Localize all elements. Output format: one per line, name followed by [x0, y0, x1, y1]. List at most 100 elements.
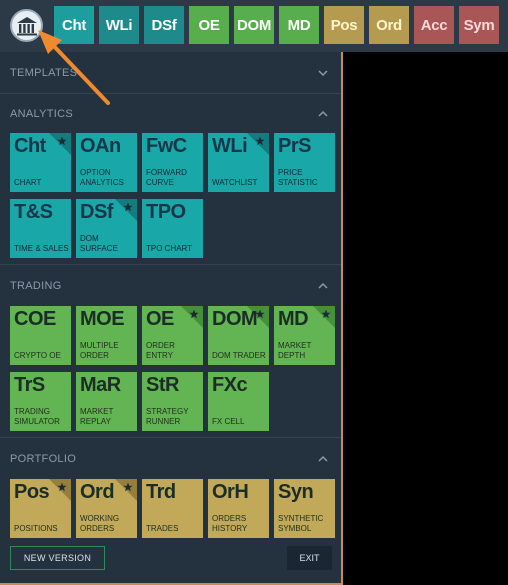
tile-label: TRADING SIMULATOR [14, 407, 60, 426]
exit-button[interactable]: EXIT [287, 546, 332, 570]
toolbar-button-cht[interactable]: Cht [54, 6, 94, 44]
tile-abbreviation: OAn [80, 135, 121, 157]
tile-abbreviation: COE [14, 308, 56, 330]
tile-ord[interactable]: Ord WORKING ORDERS [76, 479, 137, 538]
star-icon[interactable] [321, 309, 331, 319]
tile-label: CRYPTO OE [14, 351, 61, 360]
tile-abbreviation: Ord [80, 481, 115, 503]
section-analytics[interactable]: ANALYTICS [0, 94, 341, 134]
tile-ts[interactable]: T&S TIME & SALES [10, 199, 71, 258]
tile-mar[interactable]: MaR MARKET REPLAY [76, 372, 137, 431]
tile-abbreviation: MD [278, 308, 309, 330]
tile-abbreviation: OrH [212, 481, 249, 503]
chevron-down-icon[interactable] [317, 67, 329, 79]
logo-menu-button[interactable] [10, 9, 43, 42]
widget-menu-panel: TEMPLATES ANALYTICS Cht CHART OAn OPTION AN… [0, 52, 343, 585]
tile-trs[interactable]: TrS TRADING SIMULATOR [10, 372, 71, 431]
tile-label: PRICE STATISTIC [278, 168, 318, 187]
tile-label: MARKET DEPTH [278, 341, 312, 360]
toolbar-button-dsf[interactable]: DSf [144, 6, 184, 44]
section-title-portfolio: PORTFOLIO [10, 453, 77, 465]
tile-str[interactable]: StR STRATEGY RUNNER [142, 372, 203, 431]
tile-label: STRATEGY RUNNER [146, 407, 189, 426]
pillars-logo-icon [16, 16, 37, 35]
divider [0, 437, 341, 438]
star-icon[interactable] [57, 482, 67, 492]
tile-oe[interactable]: OE ORDER ENTRY [142, 306, 203, 365]
top-toolbar: Cht WLi DSf OE DOM MD Pos Ord Acc Sym [0, 0, 508, 52]
tile-label: MARKET REPLAY [80, 407, 114, 426]
section-title-templates: TEMPLATES [10, 67, 78, 79]
tile-label: WORKING ORDERS [80, 514, 120, 533]
toolbar-button-pos[interactable]: Pos [324, 6, 364, 44]
tile-oan[interactable]: OAn OPTION ANALYTICS [76, 133, 137, 192]
toolbar-button-ord[interactable]: Ord [369, 6, 409, 44]
tile-label: ORDER ENTRY [146, 341, 175, 360]
toolbar-button-md[interactable]: MD [279, 6, 319, 44]
chevron-up-icon[interactable] [317, 108, 329, 120]
tile-label: DOM SURFACE [80, 234, 118, 253]
tile-abbreviation: DSf [80, 201, 113, 223]
tile-abbreviation: FXc [212, 374, 248, 396]
section-portfolio[interactable]: PORTFOLIO [0, 439, 341, 479]
toolbar-button-dom[interactable]: DOM [234, 6, 274, 44]
section-templates[interactable]: TEMPLATES [0, 53, 341, 93]
tile-cht[interactable]: Cht CHART [10, 133, 71, 192]
section-title-trading: TRADING [10, 280, 62, 292]
section-title-analytics: ANALYTICS [10, 108, 74, 120]
tile-fwc[interactable]: FwC FORWARD CURVE [142, 133, 203, 192]
tile-prs[interactable]: PrS PRICE STATISTIC [274, 133, 335, 192]
tile-orh[interactable]: OrH ORDERS HISTORY [208, 479, 269, 538]
tile-label: TRADES [146, 524, 179, 533]
tile-dom[interactable]: DOM DOM TRADER [208, 306, 269, 365]
tile-label: MULTIPLE ORDER [80, 341, 119, 360]
tile-dsf[interactable]: DSf DOM SURFACE [76, 199, 137, 258]
tile-trd[interactable]: Trd TRADES [142, 479, 203, 538]
tile-abbreviation: Cht [14, 135, 46, 157]
tile-label: SYNTHETIC SYMBOL [278, 514, 324, 533]
tile-coe[interactable]: COE CRYPTO OE [10, 306, 71, 365]
tile-label: CHART [14, 178, 42, 187]
tile-syn[interactable]: Syn SYNTHETIC SYMBOL [274, 479, 335, 538]
tile-label: DOM TRADER [212, 351, 266, 360]
tile-label: WATCHLIST [212, 178, 258, 187]
star-icon[interactable] [123, 482, 133, 492]
tile-label: TIME & SALES [14, 244, 69, 253]
tile-abbreviation: WLi [212, 135, 248, 157]
tile-abbreviation: T&S [14, 201, 53, 223]
chevron-up-icon[interactable] [317, 453, 329, 465]
tile-wli[interactable]: WLi WATCHLIST [208, 133, 269, 192]
tile-label: POSITIONS [14, 524, 58, 533]
tile-md[interactable]: MD MARKET DEPTH [274, 306, 335, 365]
tile-abbreviation: Trd [146, 481, 176, 503]
tile-tpo[interactable]: TPO TPO CHART [142, 199, 203, 258]
tile-abbreviation: TPO [146, 201, 186, 223]
tile-abbreviation: Syn [278, 481, 314, 503]
divider [0, 264, 341, 265]
tile-abbreviation: TrS [14, 374, 45, 396]
new-version-button[interactable]: NEW VERSION [10, 546, 105, 570]
tile-label: OPTION ANALYTICS [80, 168, 124, 187]
tile-abbreviation: Pos [14, 481, 50, 503]
star-icon[interactable] [189, 309, 199, 319]
tile-abbreviation: MOE [80, 308, 125, 330]
star-icon[interactable] [255, 136, 265, 146]
tile-pos[interactable]: Pos POSITIONS [10, 479, 71, 538]
tile-moe[interactable]: MOE MULTIPLE ORDER [76, 306, 137, 365]
tile-label: TPO CHART [146, 244, 193, 253]
tile-abbreviation: OE [146, 308, 174, 330]
toolbar-button-oe[interactable]: OE [189, 6, 229, 44]
tile-label: FX CELL [212, 417, 245, 426]
chevron-up-icon[interactable] [317, 280, 329, 292]
tile-abbreviation: StR [146, 374, 179, 396]
tile-label: FORWARD CURVE [146, 168, 187, 187]
star-icon[interactable] [57, 136, 67, 146]
section-trading[interactable]: TRADING [0, 266, 341, 306]
tile-abbreviation: MaR [80, 374, 121, 396]
toolbar-button-wli[interactable]: WLi [99, 6, 139, 44]
toolbar-button-sym[interactable]: Sym [459, 6, 499, 44]
tile-fxc[interactable]: FXc FX CELL [208, 372, 269, 431]
toolbar-button-acc[interactable]: Acc [414, 6, 454, 44]
tile-abbreviation: DOM [212, 308, 258, 330]
star-icon[interactable] [123, 202, 133, 212]
